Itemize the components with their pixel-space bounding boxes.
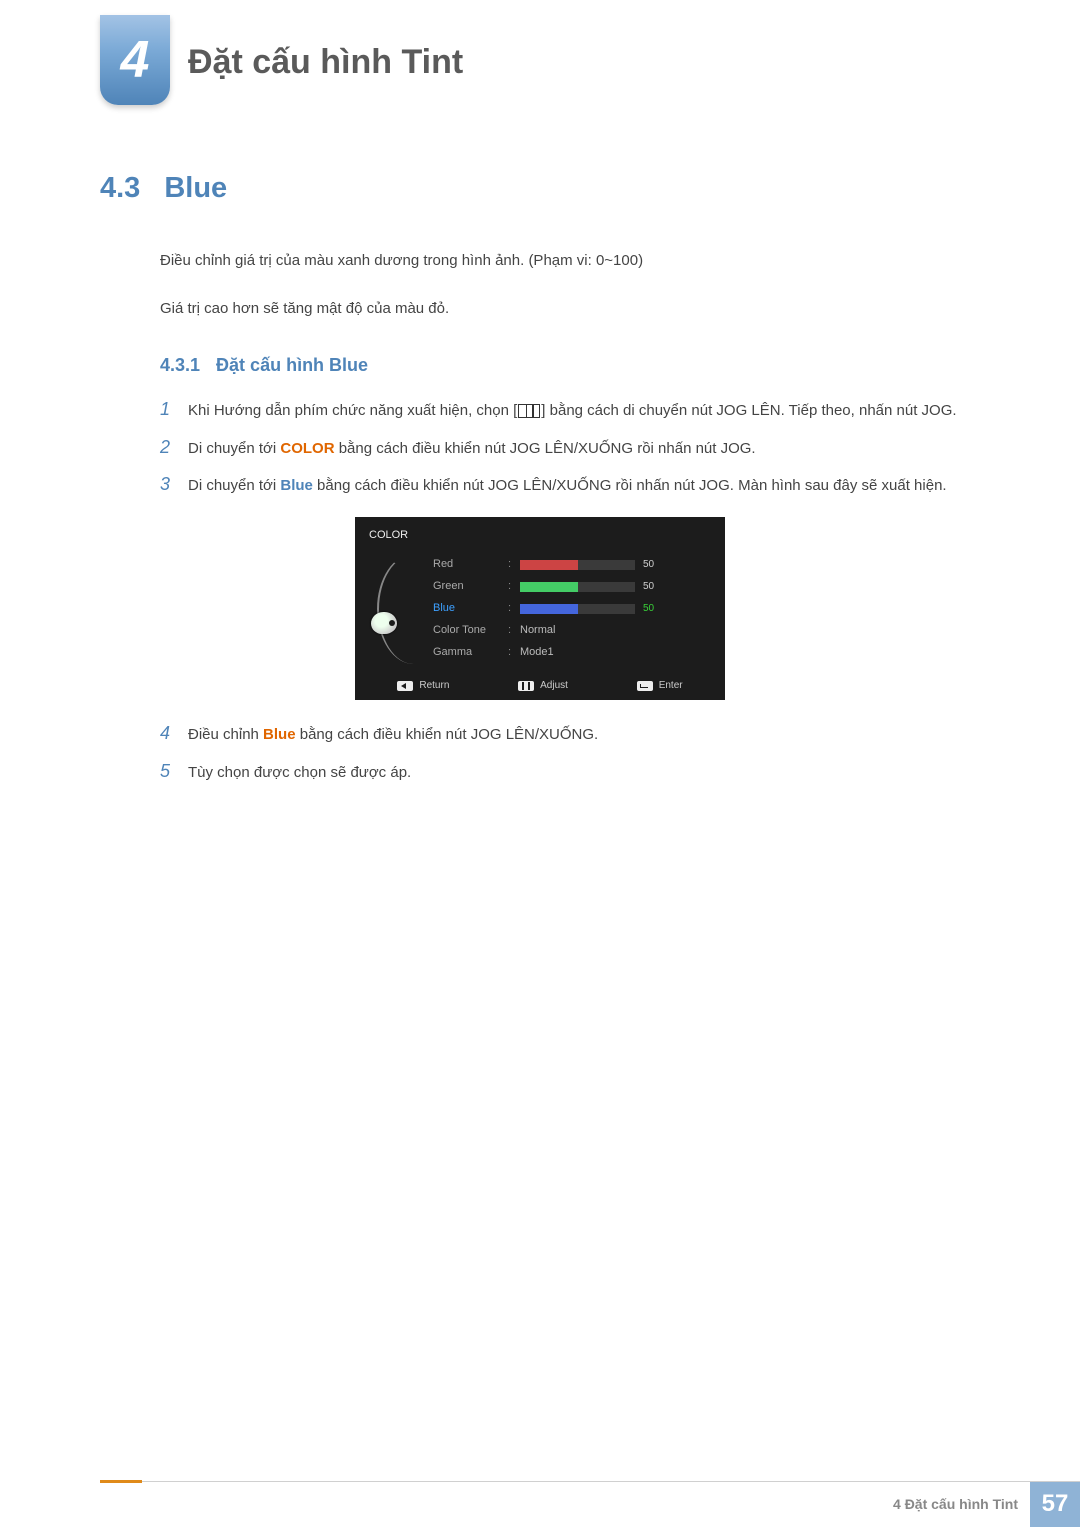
step3-post: bằng cách điều khiển nút JOG LÊN/XUỐNG r…: [313, 477, 947, 494]
section-number: 4.3: [100, 165, 140, 211]
step-number: 2: [160, 436, 188, 459]
osd-slider-fill: [520, 604, 578, 614]
step-3: 3 Di chuyển tới Blue bằng cách điều khiể…: [160, 473, 980, 499]
palette-icon: [371, 612, 397, 634]
step-text: Điều chỉnh Blue bằng cách điều khiển nút…: [188, 722, 980, 748]
step-number: 4: [160, 722, 188, 745]
section-heading: 4.3 Blue: [100, 165, 980, 211]
osd-list: Red : 50 Green : 50 Blue : 50: [433, 554, 711, 664]
osd-return-hint: Return: [397, 678, 449, 694]
osd-label-tone: Color Tone: [433, 622, 508, 640]
osd-label-red: Red: [433, 556, 508, 574]
step1-post: ] bằng cách di chuyển nút JOG LÊN. Tiếp …: [541, 402, 956, 419]
osd-label-green: Green: [433, 578, 508, 596]
osd-row-color-tone[interactable]: Color Tone : Normal: [433, 620, 711, 642]
osd-enter-label: Enter: [659, 678, 683, 694]
step2-pre: Di chuyển tới: [188, 440, 280, 457]
osd-colon: :: [508, 644, 520, 662]
osd-row-green[interactable]: Green : 50: [433, 576, 711, 598]
step-4: 4 Điều chỉnh Blue bằng cách điều khiển n…: [160, 722, 980, 748]
subsection-title: Đặt cấu hình Blue: [216, 351, 368, 380]
osd-slider-red[interactable]: [520, 560, 635, 570]
step-number: 3: [160, 473, 188, 496]
osd-body: Red : 50 Green : 50 Blue : 50: [355, 550, 725, 672]
intro-paragraph-2: Giá trị cao hơn sẽ tăng mật độ của màu đ…: [160, 297, 980, 321]
step-number: 1: [160, 398, 188, 421]
osd-colon: :: [508, 600, 520, 618]
chapter-number-badge: 4: [100, 15, 170, 105]
step1-pre: Khi Hướng dẫn phím chức năng xuất hiện, …: [188, 402, 517, 419]
osd-adjust-label: Adjust: [540, 678, 568, 694]
subsection-number: 4.3.1: [160, 351, 200, 380]
step3-pre: Di chuyển tới: [188, 477, 280, 494]
page-footer: 4 Đặt cấu hình Tint 57: [0, 1481, 1080, 1527]
osd-slider-blue[interactable]: [520, 604, 635, 614]
section-title: Blue: [164, 165, 227, 211]
step-number: 5: [160, 760, 188, 783]
step4-pre: Điều chỉnh: [188, 726, 263, 743]
footer-divider: [100, 1481, 1080, 1482]
osd-value-green: 50: [643, 579, 667, 595]
menu-icon: [518, 404, 540, 418]
subsection-heading: 4.3.1 Đặt cấu hình Blue: [160, 351, 980, 380]
osd-colon: :: [508, 578, 520, 596]
osd-value-tone: Normal: [520, 622, 555, 640]
osd-adjust-hint: Adjust: [518, 678, 568, 694]
chapter-title: Đặt cấu hình Tint: [188, 15, 463, 82]
keyword-blue: Blue: [280, 477, 313, 494]
step-5: 5 Tùy chọn được chọn sẽ được áp.: [160, 760, 980, 786]
osd-slider-fill: [520, 560, 578, 570]
osd-colon: :: [508, 622, 520, 640]
adjust-icon: [518, 681, 534, 691]
footer-page-number: 57: [1030, 1481, 1080, 1527]
osd-row-gamma[interactable]: Gamma : Mode1: [433, 642, 711, 664]
step4-post: bằng cách điều khiển nút JOG LÊN/XUỐNG.: [296, 726, 599, 743]
osd-side-graphic: [369, 554, 427, 664]
arc-graphic: [377, 554, 419, 664]
step-text: Tùy chọn được chọn sẽ được áp.: [188, 760, 980, 786]
osd-footer: Return Adjust Enter: [355, 672, 725, 696]
step-2: 2 Di chuyển tới COLOR bằng cách điều khi…: [160, 436, 980, 462]
osd-title: COLOR: [355, 525, 725, 551]
footer-accent: [100, 1480, 142, 1483]
step-text: Khi Hướng dẫn phím chức năng xuất hiện, …: [188, 398, 980, 424]
osd-panel: COLOR Red : 50 Green : 50: [355, 517, 725, 701]
osd-row-red[interactable]: Red : 50: [433, 554, 711, 576]
page-content: 4.3 Blue Điều chỉnh giá trị của màu xanh…: [0, 105, 1080, 785]
osd-row-blue[interactable]: Blue : 50: [433, 598, 711, 620]
keyword-color: COLOR: [280, 440, 334, 457]
osd-label-gamma: Gamma: [433, 644, 508, 662]
osd-enter-hint: Enter: [637, 678, 683, 694]
keyword-blue: Blue: [263, 726, 296, 743]
step-text: Di chuyển tới Blue bằng cách điều khiển …: [188, 473, 980, 499]
return-icon: [397, 681, 413, 691]
intro-paragraph-1: Điều chỉnh giá trị của màu xanh dương tr…: [160, 249, 980, 273]
osd-slider-fill: [520, 582, 578, 592]
osd-value-red: 50: [643, 557, 667, 573]
step-text: Di chuyển tới COLOR bằng cách điều khiển…: [188, 436, 980, 462]
step-1: 1 Khi Hướng dẫn phím chức năng xuất hiện…: [160, 398, 980, 424]
osd-slider-green[interactable]: [520, 582, 635, 592]
osd-return-label: Return: [419, 678, 449, 694]
osd-label-blue: Blue: [433, 600, 508, 618]
footer-chapter-label: 4 Đặt cấu hình Tint: [893, 1481, 1030, 1527]
chapter-header: 4 Đặt cấu hình Tint: [0, 0, 1080, 105]
step2-post: bằng cách điều khiển nút JOG LÊN/XUỐNG r…: [335, 440, 756, 457]
osd-value-blue: 50: [643, 601, 667, 617]
osd-colon: :: [508, 556, 520, 574]
osd-value-gamma: Mode1: [520, 644, 554, 662]
enter-icon: [637, 681, 653, 691]
